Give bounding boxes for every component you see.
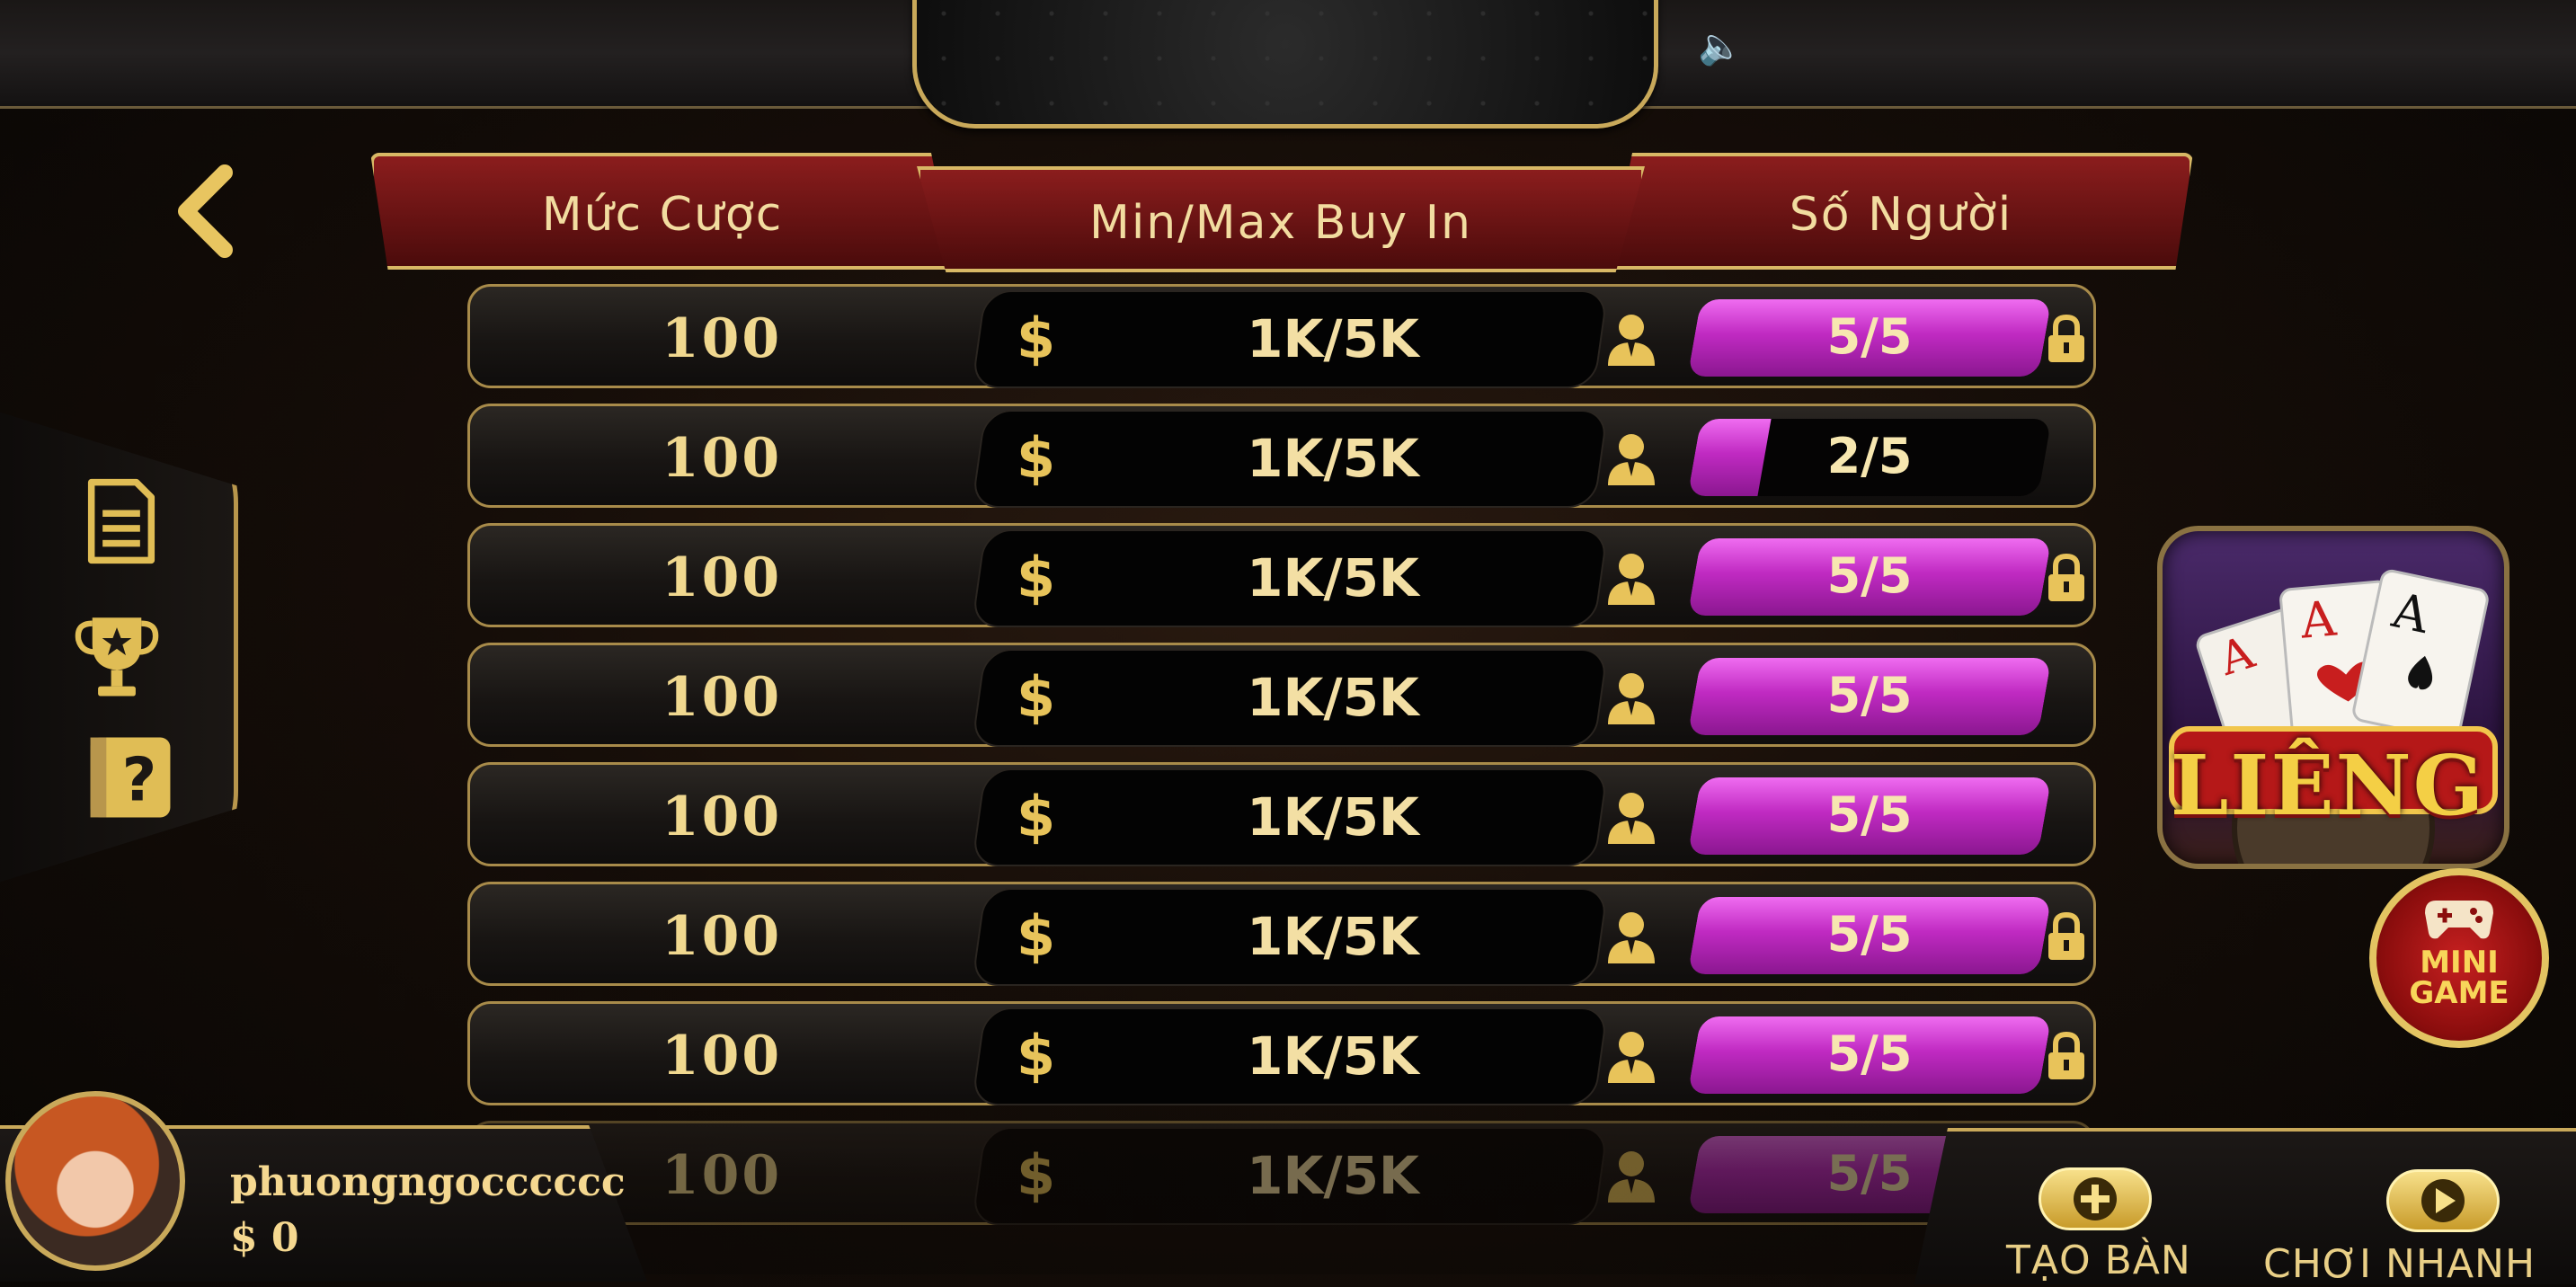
player-icon: [1608, 673, 1655, 724]
seat-count: 5/5: [1826, 667, 1913, 723]
seat-count: 5/5: [1826, 1025, 1913, 1082]
dollar-icon: $: [1017, 1142, 1056, 1208]
mini-game-button[interactable]: MINI GAME: [2369, 868, 2549, 1048]
table-row[interactable]: 100 $ 1K/5K 5/5: [467, 882, 2096, 986]
mini-game-label-2: GAME: [2409, 975, 2509, 1011]
table-row[interactable]: 100 $ 1K/5K 5/5: [467, 1121, 2096, 1225]
table-row[interactable]: 100 $ 1K/5K 5/5: [467, 643, 2096, 747]
player-icon: [1608, 912, 1655, 963]
dollar-icon: $: [1017, 1023, 1056, 1088]
player-icon: [1608, 1151, 1655, 1203]
seat-count: 5/5: [1826, 547, 1913, 604]
dollar-icon: $: [1017, 784, 1056, 849]
seat-count: 5/5: [1826, 308, 1913, 365]
table-row[interactable]: 100 $ 1K/5K 5/5: [467, 523, 2096, 627]
header-bet-level: Mức Cược: [370, 153, 955, 270]
action-panel: TẠO BÀN CHƠI NHANH: [1914, 1128, 2576, 1284]
gamepad-icon: [2425, 901, 2493, 939]
table-row[interactable]: 100 $ 1K/5K 5/5: [467, 1001, 2096, 1105]
buyin-range: 1K/5K: [1247, 308, 1419, 369]
player-icon: [1608, 1032, 1655, 1083]
player-icon: [1608, 315, 1655, 366]
dollar-icon: $: [1017, 306, 1056, 371]
create-table-label[interactable]: TẠO BÀN: [2006, 1238, 2191, 1283]
dollar-icon: $: [1017, 664, 1056, 730]
buyin-range: 1K/5K: [1247, 786, 1419, 848]
document-icon[interactable]: [76, 476, 166, 566]
table-row[interactable]: 100 $ 1K/5K 5/5: [467, 762, 2096, 866]
lock-icon: [2048, 1031, 2084, 1079]
trophy-icon[interactable]: [72, 611, 162, 701]
lock-icon: [2048, 314, 2084, 362]
bet-amount: 100: [661, 1025, 783, 1087]
speaker-icon[interactable]: 🔈: [1697, 25, 1744, 68]
buyin-range: 1K/5K: [1247, 1145, 1419, 1206]
lock-icon: [2048, 553, 2084, 601]
bet-amount: 100: [661, 905, 783, 968]
table-list: 100 $ 1K/5K 5/5 100 $ 1K/5K 2/5 100 $ 1K…: [467, 284, 2096, 1240]
buyin-range: 1K/5K: [1247, 667, 1419, 728]
buyin-range: 1K/5K: [1247, 906, 1419, 967]
bet-amount: 100: [661, 666, 783, 729]
side-menu: ?: [0, 395, 238, 899]
help-icon[interactable]: ?: [85, 732, 175, 822]
quick-play-button[interactable]: [2386, 1169, 2500, 1232]
mini-game-label-1: MINI: [2420, 945, 2499, 981]
top-center-ornament: [912, 0, 1658, 129]
lock-icon: [2048, 911, 2084, 960]
player-icon: [1608, 793, 1655, 844]
dollar-icon: $: [1017, 903, 1056, 969]
bet-amount: 100: [661, 427, 783, 490]
bet-amount: 100: [661, 307, 783, 370]
player-icon: [1608, 434, 1655, 485]
svg-text:?: ?: [122, 745, 157, 815]
avatar[interactable]: [5, 1091, 185, 1271]
player-icon: [1608, 554, 1655, 605]
buyin-range: 1K/5K: [1247, 547, 1419, 608]
dollar-icon: $: [1017, 545, 1056, 610]
table-row[interactable]: 100 $ 1K/5K 5/5: [467, 284, 2096, 388]
svg-text:A: A: [2297, 590, 2339, 649]
seat-count: 2/5: [1826, 428, 1913, 484]
buyin-range: 1K/5K: [1247, 428, 1419, 489]
seat-count: 5/5: [1826, 906, 1913, 963]
bet-amount: 100: [661, 786, 783, 848]
buyin-range: 1K/5K: [1247, 1025, 1419, 1087]
user-balance: $ 0: [230, 1215, 299, 1261]
create-table-button[interactable]: [2039, 1167, 2152, 1230]
game-title: LIÊNG: [2170, 737, 2486, 834]
username: phuongngocccccc: [230, 1159, 626, 1205]
dollar-icon: $: [1017, 425, 1056, 491]
bet-amount: 100: [661, 546, 783, 609]
back-arrow-icon[interactable]: [166, 162, 247, 261]
play-icon: [2421, 1179, 2465, 1222]
header-buyin: Min/Max Buy In: [917, 166, 1645, 272]
plus-icon: [2074, 1177, 2117, 1220]
seat-count: 5/5: [1826, 786, 1913, 843]
table-row[interactable]: 100 $ 1K/5K 2/5: [467, 404, 2096, 508]
quick-play-label[interactable]: CHƠI NHANH: [2263, 1241, 2536, 1284]
header-players: Số Người: [1609, 153, 2193, 270]
